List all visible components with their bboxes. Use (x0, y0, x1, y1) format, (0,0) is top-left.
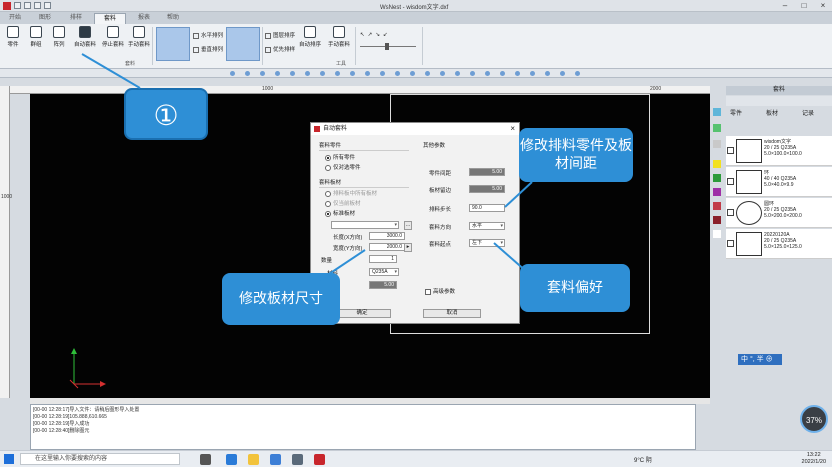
weather-widget[interactable]: 9°C 阴 (634, 455, 652, 464)
log-output: [00-00 12:28:17]导入文件：请稍后图形导入处置 [00-00 12… (30, 404, 696, 450)
color-swatch[interactable] (713, 160, 721, 168)
nesting-panel: 套料 零件 板材 记录 wisdom文字 20 / 25 Q235A 5.0×100… (710, 86, 832, 458)
app-icon[interactable] (270, 454, 281, 465)
color-swatch[interactable] (713, 188, 721, 196)
color-swatch[interactable] (713, 230, 721, 238)
taskbar: 在这里输入你要搜索的内容 9°C 阴 13:22 2022/1/20 (0, 450, 832, 467)
clock-date: 2022/1/20 (801, 459, 826, 465)
part-thumbnail-icon (736, 232, 762, 256)
panel-title: 套料 (726, 86, 832, 95)
part-size: 5.0×40.0×9.9 (764, 182, 794, 188)
part-item[interactable]: 环 40 / 40 Q235A 5.0×40.0×9.9 (726, 167, 832, 197)
app-icon[interactable] (292, 454, 303, 465)
panel-tabs: 零件 板材 记录 (726, 108, 832, 117)
part-thumbnail-icon (736, 139, 762, 163)
color-swatch[interactable] (713, 216, 721, 224)
wsnest-taskbar-icon[interactable] (314, 454, 325, 465)
log-line: [00-00 12:28:40]删除图元 (33, 428, 90, 434)
color-swatch[interactable] (713, 124, 721, 132)
windows-start-icon[interactable] (4, 454, 14, 464)
part-checkbox[interactable] (727, 209, 734, 216)
log-line: [00-00 12:28:19]105.888,610.665 (33, 414, 107, 420)
callout-pointers (81, 53, 533, 281)
part-item[interactable]: 圆环 20 / 25 Q235A 5.0×200.0×200.0 (726, 198, 832, 228)
performance-widget[interactable]: 37% (800, 405, 828, 433)
panel-tab-plates[interactable]: 板材 (766, 108, 778, 117)
part-size: 5.0×200.0×200.0 (764, 213, 802, 219)
part-size: 5.0×100.0×100.0 (764, 151, 802, 157)
part-item[interactable]: wisdom文字 20 / 25 Q235A 5.0×100.0×100.0 (726, 136, 832, 166)
taskbar-search[interactable]: 在这里输入你要搜索的内容 (20, 453, 180, 465)
part-checkbox[interactable] (727, 178, 734, 185)
color-swatch[interactable] (713, 108, 721, 116)
part-size: 5.0×125.0×125.0 (764, 244, 802, 250)
color-swatch[interactable] (713, 174, 721, 182)
panel-tab-records[interactable]: 记录 (802, 108, 814, 117)
clock[interactable]: 13:22 2022/1/20 (802, 452, 826, 466)
file-explorer-icon[interactable] (248, 454, 259, 465)
log-line: [00-00 12:28:17]导入文件：请稍后图形导入处置 (33, 407, 140, 413)
part-thumbnail-icon (736, 201, 762, 225)
color-swatch[interactable] (713, 202, 721, 210)
panel-toolbar (726, 96, 832, 106)
ime-toolbar[interactable]: 中 °, 半 ⊕ (738, 354, 782, 365)
color-swatch[interactable] (713, 140, 721, 148)
clock-time: 13:22 (806, 452, 821, 458)
task-view-icon[interactable] (200, 454, 211, 465)
panel-tab-parts[interactable]: 零件 (730, 108, 742, 117)
part-item[interactable]: 20220120A 20 / 25 Q235A 5.0×125.0×125.0 (726, 229, 832, 259)
part-checkbox[interactable] (727, 240, 734, 247)
part-thumbnail-icon (736, 170, 762, 194)
log-line: [00-00 12:28:19]导入成功 (33, 421, 90, 427)
part-checkbox[interactable] (727, 147, 734, 154)
edge-icon[interactable] (226, 454, 237, 465)
